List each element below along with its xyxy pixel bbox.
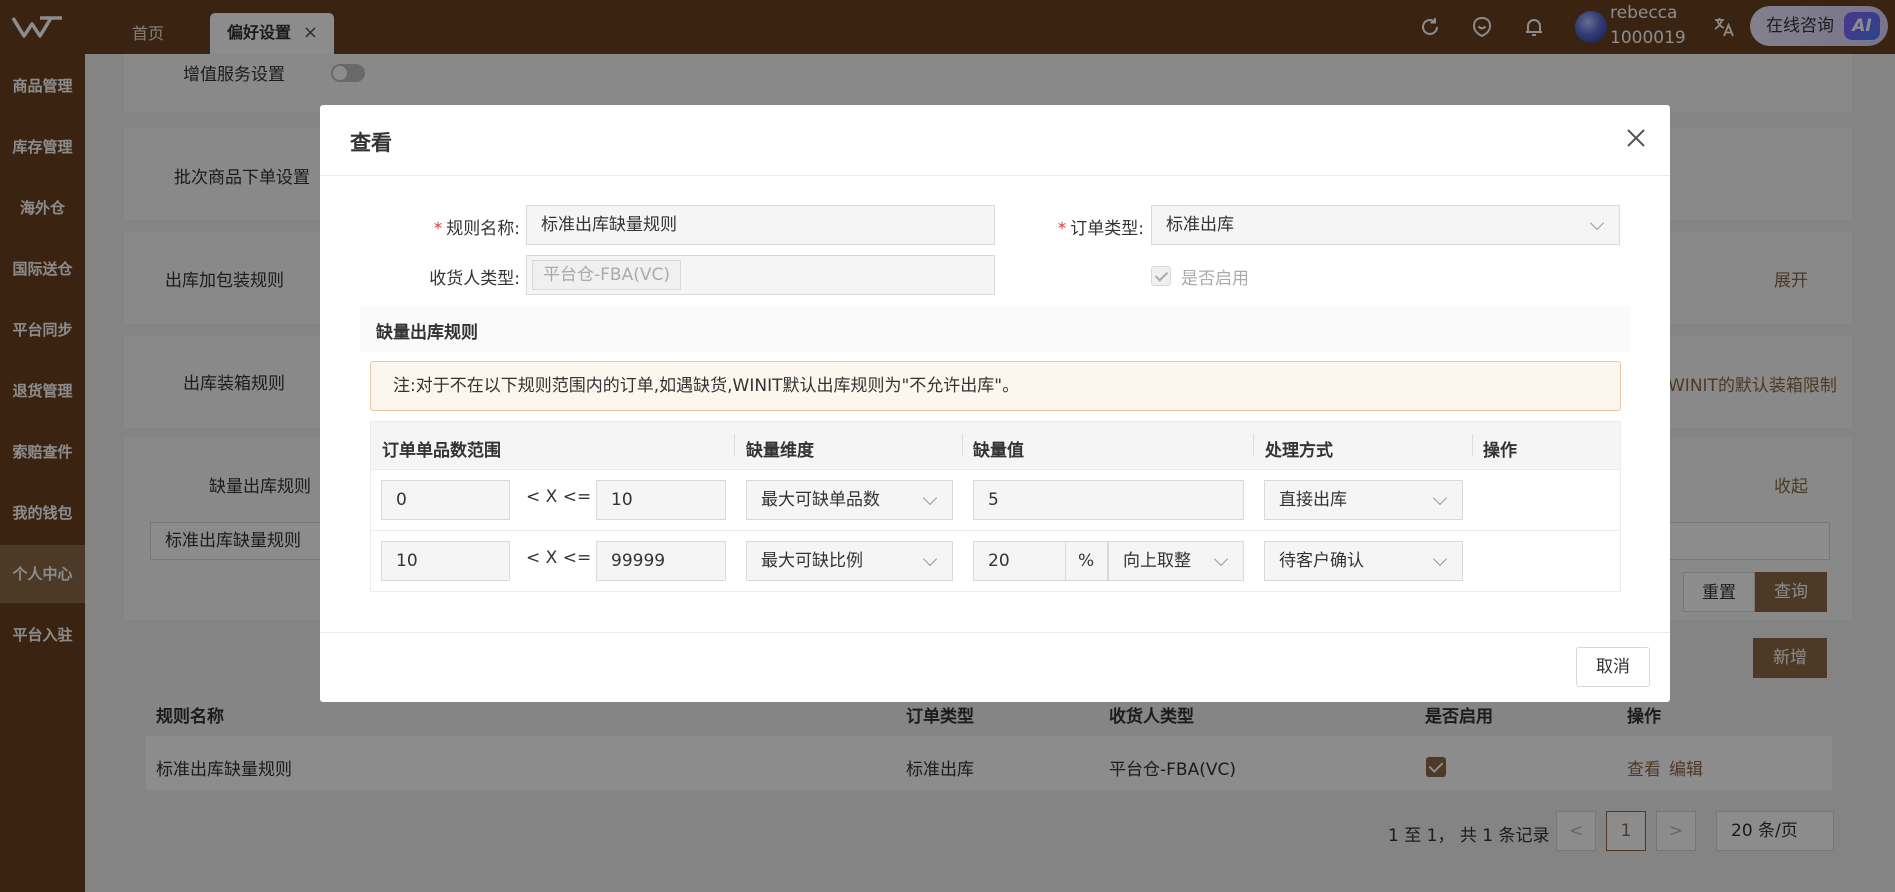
row1-dimension-select[interactable]: 最大可缺单品数 (746, 480, 953, 520)
grid-row-divider (371, 530, 1620, 531)
modal-divider-bottom (320, 632, 1670, 633)
row2-value-input[interactable]: 20 (973, 541, 1066, 581)
row2-range-operator: < X <= (526, 548, 592, 568)
section-title: 缺量出库规则 (376, 323, 478, 343)
receiver-type-tag: 平台仓-FBA(VC) (532, 260, 681, 290)
gh-handling: 处理方式 (1265, 441, 1333, 461)
gh-value: 缺量值 (973, 441, 1024, 461)
row1-value-input[interactable]: 5 (973, 480, 1244, 520)
close-icon[interactable] (1625, 127, 1647, 149)
modal-divider-top (320, 175, 1670, 176)
section-header (360, 306, 1630, 352)
gh-range: 订单单品数范围 (382, 441, 501, 461)
gh-action: 操作 (1483, 441, 1517, 461)
order-type-select[interactable]: 标准出库 (1151, 205, 1620, 245)
rule-name-input[interactable]: 标准出库缺量规则 (526, 205, 995, 245)
row2-min-input[interactable]: 10 (381, 541, 510, 581)
enabled-label: 是否启用 (1181, 269, 1249, 289)
modal-title: 查看 (350, 131, 392, 155)
row2-dimension-select[interactable]: 最大可缺比例 (746, 541, 953, 581)
grid-row-divider (371, 469, 1620, 470)
row1-handling-select[interactable]: 直接出库 (1264, 480, 1463, 520)
row2-handling-select[interactable]: 待客户确认 (1264, 541, 1463, 581)
gh-dimension: 缺量维度 (746, 441, 814, 461)
enabled-checkbox[interactable] (1151, 266, 1171, 286)
receiver-type-label: 收货人类型: (429, 269, 520, 289)
cancel-button[interactable]: 取消 (1576, 647, 1650, 687)
rule-name-label: * 规则名称: (433, 219, 520, 239)
grid-divider (734, 434, 735, 456)
row2-max-input[interactable]: 99999 (596, 541, 726, 581)
notice-banner: 注:对于不在以下规则范围内的订单,如遇缺货,WINIT默认出库规则为"不允许出库… (370, 361, 1621, 411)
row1-range-operator: < X <= (526, 487, 592, 507)
row1-max-input[interactable]: 10 (596, 480, 726, 520)
row2-percent-unit: % (1065, 541, 1108, 581)
grid-divider (962, 434, 963, 456)
grid-divider (1253, 434, 1254, 456)
order-type-label: * 订单类型: (1057, 219, 1144, 239)
grid-divider (1472, 434, 1473, 456)
row1-min-input[interactable]: 0 (381, 480, 510, 520)
